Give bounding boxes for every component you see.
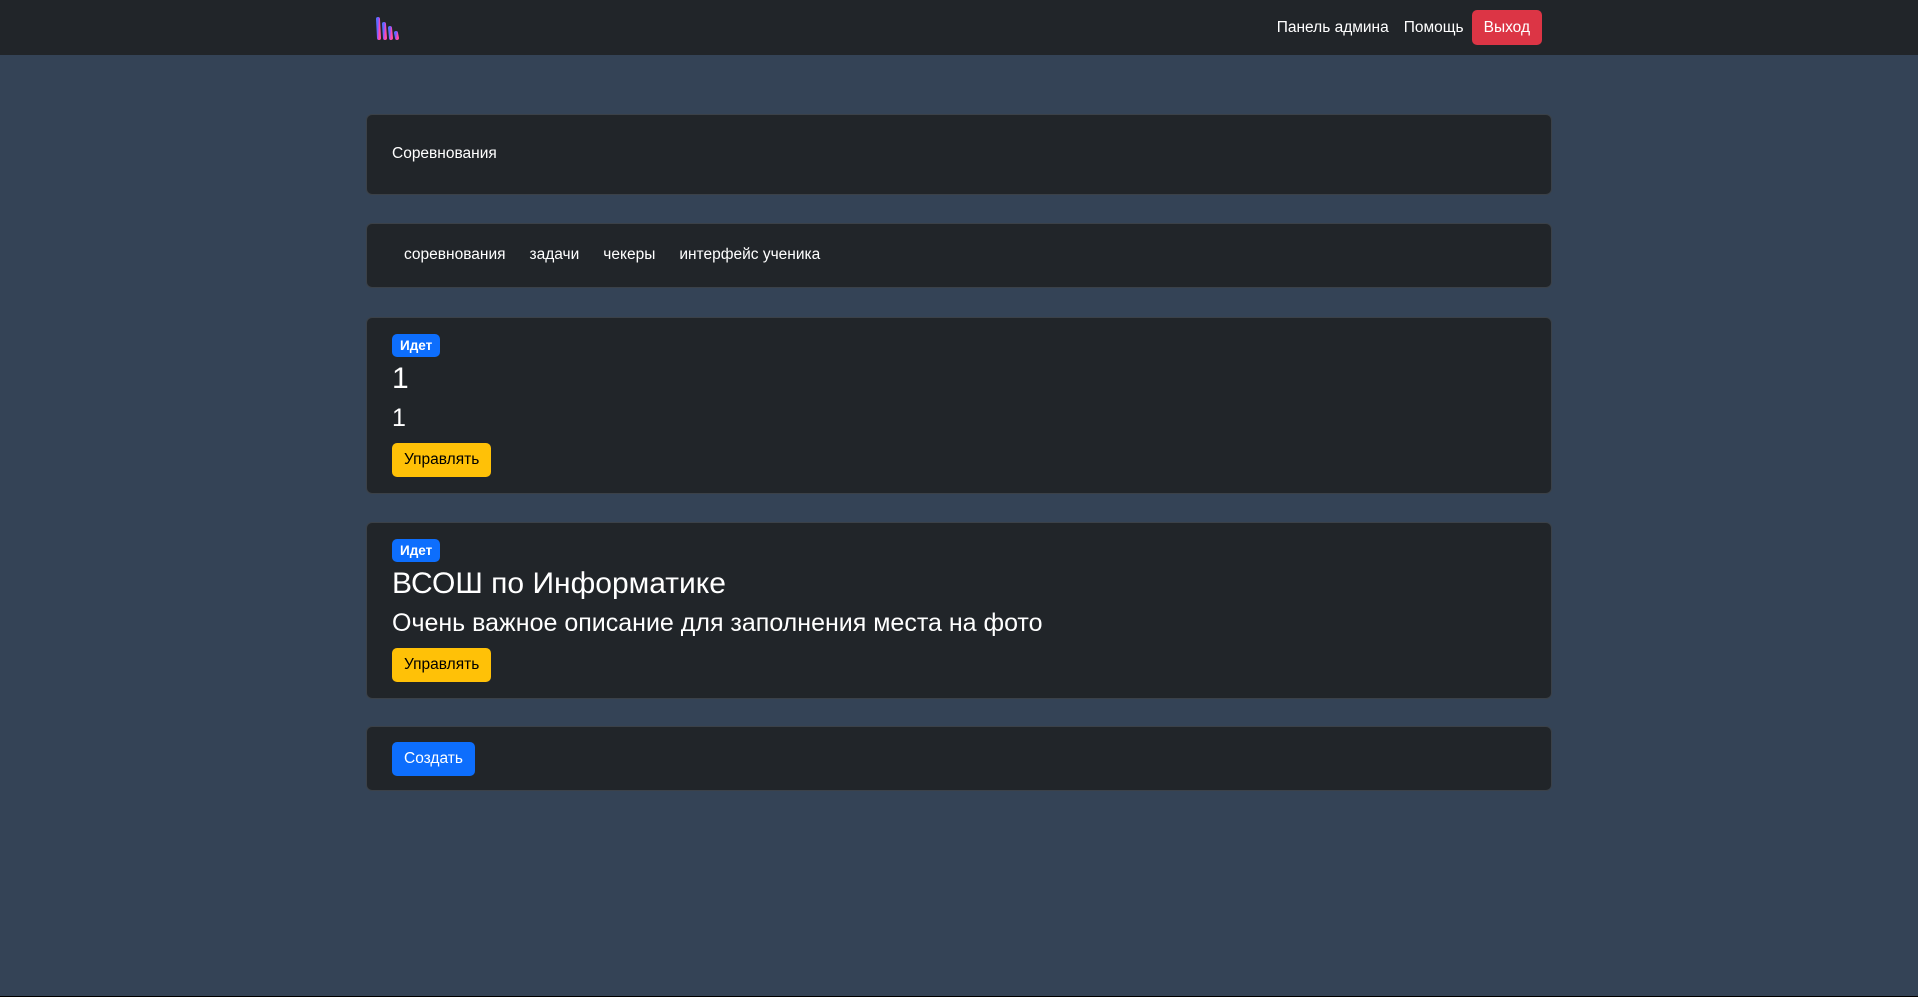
page-title: Соревнования — [392, 145, 497, 162]
page: Панель админа Помощь Выход Соревнования … — [0, 0, 1918, 996]
brand-logo-icon[interactable] — [375, 16, 403, 40]
tab-competitions[interactable]: соревнования — [392, 246, 518, 264]
tab-checkers[interactable]: чекеры — [591, 246, 667, 264]
page-header-card: Соревнования — [366, 114, 1552, 195]
help-link[interactable]: Помощь — [1404, 19, 1464, 37]
top-navbar: Панель админа Помощь Выход — [0, 0, 1918, 55]
navbar-links: Панель админа Помощь Выход — [1262, 10, 1542, 45]
create-button[interactable]: Создать — [392, 742, 475, 776]
competition-name: 1 — [392, 362, 409, 395]
competition-description: 1 — [392, 404, 406, 432]
status-badge: Идет — [392, 334, 441, 357]
competition-description: Очень важное описание для заполнения мес… — [392, 609, 1043, 637]
manage-button[interactable]: Управлять — [392, 648, 492, 682]
tab-student-interface[interactable]: интерфейс ученика — [667, 246, 832, 264]
tabs-card: соревнования задачи чекеры интерфейс уче… — [366, 223, 1552, 288]
competition-card: Идет 1 1 Управлять — [366, 317, 1552, 494]
competition-card: Идет ВСОШ по Информатике Очень важное оп… — [366, 522, 1552, 699]
status-badge: Идет — [392, 539, 441, 562]
section-tabs: соревнования задачи чекеры интерфейс уче… — [392, 246, 832, 264]
logout-button[interactable]: Выход — [1471, 10, 1542, 45]
manage-button[interactable]: Управлять — [392, 443, 492, 477]
competition-name: ВСОШ по Информатике — [392, 567, 726, 600]
create-card: Создать — [366, 726, 1552, 791]
admin-panel-link[interactable]: Панель админа — [1277, 19, 1389, 37]
tab-tasks[interactable]: задачи — [518, 246, 592, 264]
